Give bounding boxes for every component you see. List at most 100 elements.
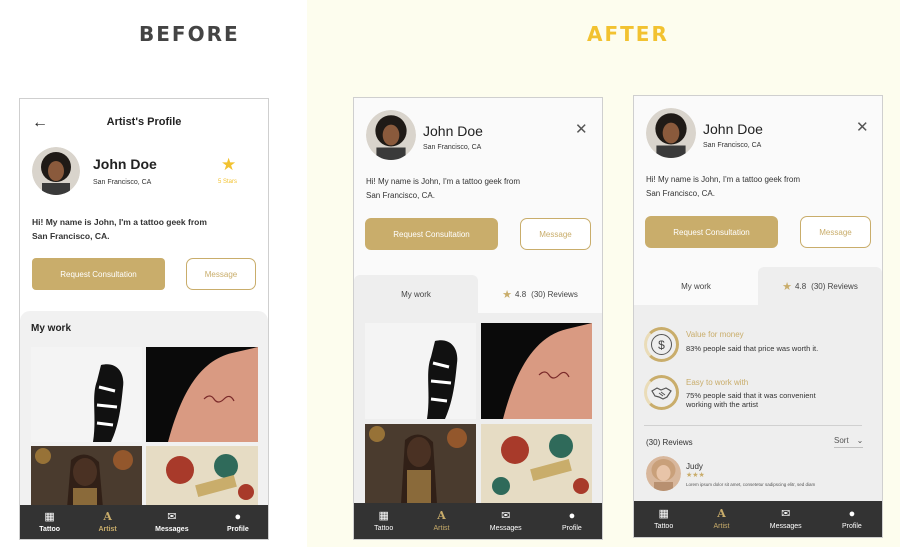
artist-name: John Doe xyxy=(703,121,763,137)
artist-bio: Hi! My name is John, I'm a tattoo geek f… xyxy=(366,175,520,203)
user-icon: ● xyxy=(568,510,576,522)
request-consultation-button[interactable]: Request Consultation xyxy=(365,218,498,250)
bio-line-1: Hi! My name is John, I'm a tattoo geek f… xyxy=(646,175,801,184)
work-image[interactable] xyxy=(481,323,592,419)
work-image[interactable] xyxy=(146,347,258,442)
reviewer-name: Judy xyxy=(686,462,703,471)
nav-label: Artist xyxy=(433,525,450,532)
bottom-nav: ▦ Tattoo A Artist ✉ Messages ● Profile xyxy=(20,505,268,539)
bio-line-1: Hi! My name is John, I'm a tattoo geek f… xyxy=(32,217,207,227)
nav-label: Messages xyxy=(769,523,802,530)
work-image[interactable] xyxy=(365,323,476,419)
nav-messages[interactable]: ✉ Messages xyxy=(490,510,522,532)
close-icon[interactable]: ✕ xyxy=(856,120,869,135)
work-image[interactable] xyxy=(481,424,592,504)
work-image[interactable] xyxy=(365,424,476,504)
bio-line-2: San Francisco, CA. xyxy=(32,231,110,241)
before-phone: ← Artist's Profile John Doe San Francisc… xyxy=(19,98,269,540)
artist-a-icon: A xyxy=(717,507,726,520)
nav-label: Artist xyxy=(98,526,117,533)
nav-tattoo[interactable]: ▦ Tattoo xyxy=(374,510,393,532)
grid-icon: ▦ xyxy=(378,510,389,522)
message-button[interactable]: Message xyxy=(520,218,591,250)
artist-name: John Doe xyxy=(423,123,483,139)
bio-line-2: San Francisco, CA. xyxy=(366,191,435,200)
artist-location: San Francisco, CA xyxy=(703,142,762,149)
stat-description: 83% people said that price was worth it. xyxy=(686,344,819,353)
bio-line-1: Hi! My name is John, I'm a tattoo geek f… xyxy=(366,177,521,186)
rating-value: 4.8 xyxy=(795,281,807,291)
nav-tattoo[interactable]: ▦ Tattoo xyxy=(39,511,60,533)
nav-tattoo[interactable]: ▦ Tattoo xyxy=(654,508,673,530)
artist-name: John Doe xyxy=(93,156,157,172)
artist-bio: Hi! My name is John, I'm a tattoo geek f… xyxy=(646,173,800,201)
review-text: Lorem ipsum dolor sit amet, consetetur s… xyxy=(686,482,816,487)
tab-reviews[interactable]: ★ 4.8 (30) Reviews xyxy=(758,267,882,305)
nav-profile[interactable]: ● Profile xyxy=(227,511,249,533)
nav-profile[interactable]: ● Profile xyxy=(562,510,582,532)
after-heading: AFTER xyxy=(587,22,669,46)
handshake-icon xyxy=(644,375,679,410)
bio-line-2: San Francisco, CA. xyxy=(646,189,715,198)
request-consultation-button[interactable]: Request Consultation xyxy=(32,258,165,290)
message-button[interactable]: Message xyxy=(186,258,256,290)
nav-label: Profile xyxy=(226,526,249,533)
message-button[interactable]: Message xyxy=(800,216,871,248)
star-icon: ★ xyxy=(502,288,513,301)
envelope-icon: ✉ xyxy=(501,510,511,522)
request-consultation-button[interactable]: Request Consultation xyxy=(645,216,778,248)
rating-value: 4.8 xyxy=(515,289,527,299)
sort-dropdown[interactable]: Sort ⌄ xyxy=(834,436,864,448)
before-heading: BEFORE xyxy=(139,22,240,46)
nav-label: Tattoo xyxy=(39,526,61,533)
artist-a-icon: A xyxy=(437,509,446,522)
user-icon: ● xyxy=(848,508,856,520)
tab-label: My work xyxy=(681,281,711,291)
nav-artist[interactable]: A Artist xyxy=(98,510,117,534)
stat-description-line: 75% people said that it was convenient xyxy=(686,391,816,400)
work-image[interactable] xyxy=(31,446,142,506)
review-stars: ★★★ xyxy=(686,472,705,479)
stat-description: 75% people said that it was convenient w… xyxy=(686,391,816,409)
artist-a-icon: A xyxy=(103,510,112,523)
tab-reviews[interactable]: ★ 4.8 (30) Reviews xyxy=(478,275,602,313)
nav-label: Messages xyxy=(155,526,189,533)
nav-messages[interactable]: ✉ Messages xyxy=(155,511,188,533)
profile-tabs: My work ★ 4.8 (30) Reviews xyxy=(634,267,882,305)
artist-location: San Francisco, CA xyxy=(423,144,482,151)
reviews-label: (30) Reviews xyxy=(531,289,578,299)
nav-label: Messages xyxy=(489,525,522,532)
tab-my-work[interactable]: My work xyxy=(634,267,758,305)
avatar xyxy=(32,147,80,195)
sort-label: Sort xyxy=(834,436,849,445)
artist-bio: Hi! My name is John, I'm a tattoo geek f… xyxy=(32,215,207,243)
after-phone-reviews: John Doe San Francisco, CA ✕ Hi! My name… xyxy=(633,95,883,538)
dollar-coin-icon: $ xyxy=(644,327,679,362)
tab-my-work[interactable]: My work xyxy=(354,275,478,313)
profile-tabs: My work ★ 4.8 (30) Reviews xyxy=(354,275,602,313)
grid-icon: ▦ xyxy=(658,508,669,520)
stat-title: Easy to work with xyxy=(686,378,749,387)
nav-label: Tattoo xyxy=(654,523,674,530)
nav-artist[interactable]: A Artist xyxy=(433,509,450,533)
work-image[interactable] xyxy=(146,446,258,506)
section-title: My work xyxy=(31,323,72,334)
nav-label: Artist xyxy=(713,523,730,530)
nav-profile[interactable]: ● Profile xyxy=(842,508,862,530)
work-image[interactable] xyxy=(31,347,142,442)
envelope-icon: ✉ xyxy=(781,508,791,520)
reviews-label: (30) Reviews xyxy=(811,281,858,291)
reviews-count: (30) Reviews xyxy=(646,438,693,447)
envelope-icon: ✉ xyxy=(167,511,177,523)
close-icon[interactable]: ✕ xyxy=(575,122,588,137)
divider xyxy=(644,425,862,426)
nav-label: Profile xyxy=(561,525,582,532)
avatar xyxy=(646,108,696,158)
tab-label: My work xyxy=(401,289,431,299)
page-title: Artist's Profile xyxy=(106,116,182,128)
stat-title: Value for money xyxy=(686,330,744,339)
chevron-down-icon: ⌄ xyxy=(856,436,864,445)
nav-artist[interactable]: A Artist xyxy=(713,507,730,531)
nav-messages[interactable]: ✉ Messages xyxy=(770,508,802,530)
artist-location: San Francisco, CA xyxy=(93,179,152,186)
